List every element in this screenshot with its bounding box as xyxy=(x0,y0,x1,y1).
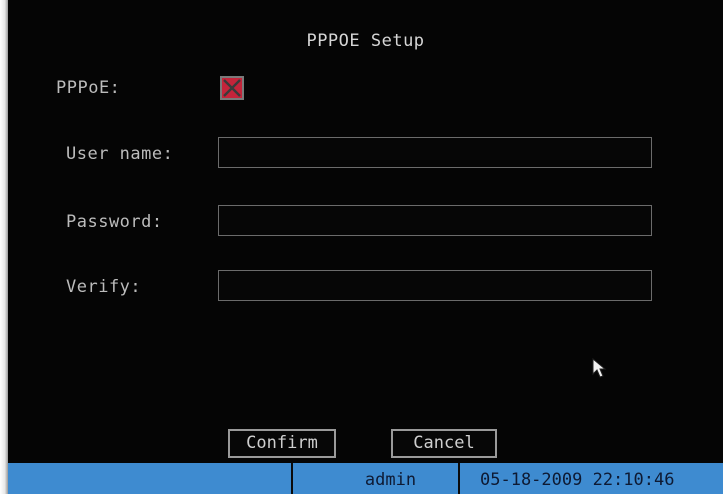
pppoe-setup-screen: PPPOE Setup PPPoE: User name: Password: … xyxy=(8,0,723,494)
status-datetime: 05-18-2009 22:10:46 xyxy=(460,463,723,494)
monitor-bezel xyxy=(0,0,8,494)
pppoe-label: PPPoE: xyxy=(56,78,121,98)
password-input[interactable] xyxy=(218,205,652,236)
status-blank-segment xyxy=(8,463,291,494)
password-label: Password: xyxy=(66,212,163,232)
cancel-button[interactable]: Cancel xyxy=(391,429,497,458)
status-user: admin xyxy=(293,463,458,494)
x-mark-icon xyxy=(223,79,241,97)
verify-input[interactable] xyxy=(218,270,652,301)
confirm-button[interactable]: Confirm xyxy=(228,429,336,458)
status-bar: admin 05-18-2009 22:10:46 xyxy=(8,463,723,494)
username-input[interactable] xyxy=(218,137,652,168)
verify-label: Verify: xyxy=(66,277,142,297)
pppoe-checkbox[interactable] xyxy=(220,76,244,100)
dialog-title: PPPOE Setup xyxy=(306,31,425,51)
username-label: User name: xyxy=(66,144,174,164)
mouse-pointer-icon xyxy=(592,358,607,378)
